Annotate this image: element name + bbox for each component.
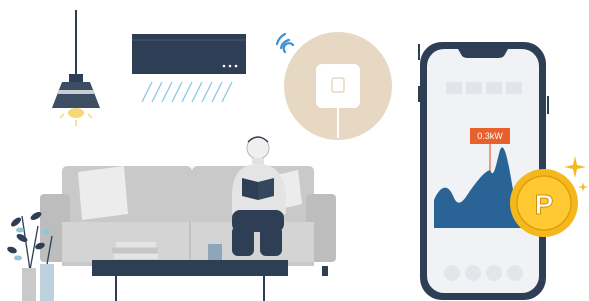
smart-home-illustration: P 0.3kW — [0, 0, 589, 301]
coin-letter: P — [535, 189, 554, 220]
scene-svg: P — [7, 10, 588, 301]
pendant-lamp-icon — [52, 10, 100, 126]
smart-plug-hub-icon — [284, 32, 392, 140]
smartphone-icon — [418, 42, 549, 300]
points-coin-icon: P — [510, 169, 578, 237]
air-conditioner-icon — [132, 34, 246, 103]
power-reading-label: 0.3kW — [470, 128, 510, 144]
wifi-signal-icon — [275, 32, 295, 54]
